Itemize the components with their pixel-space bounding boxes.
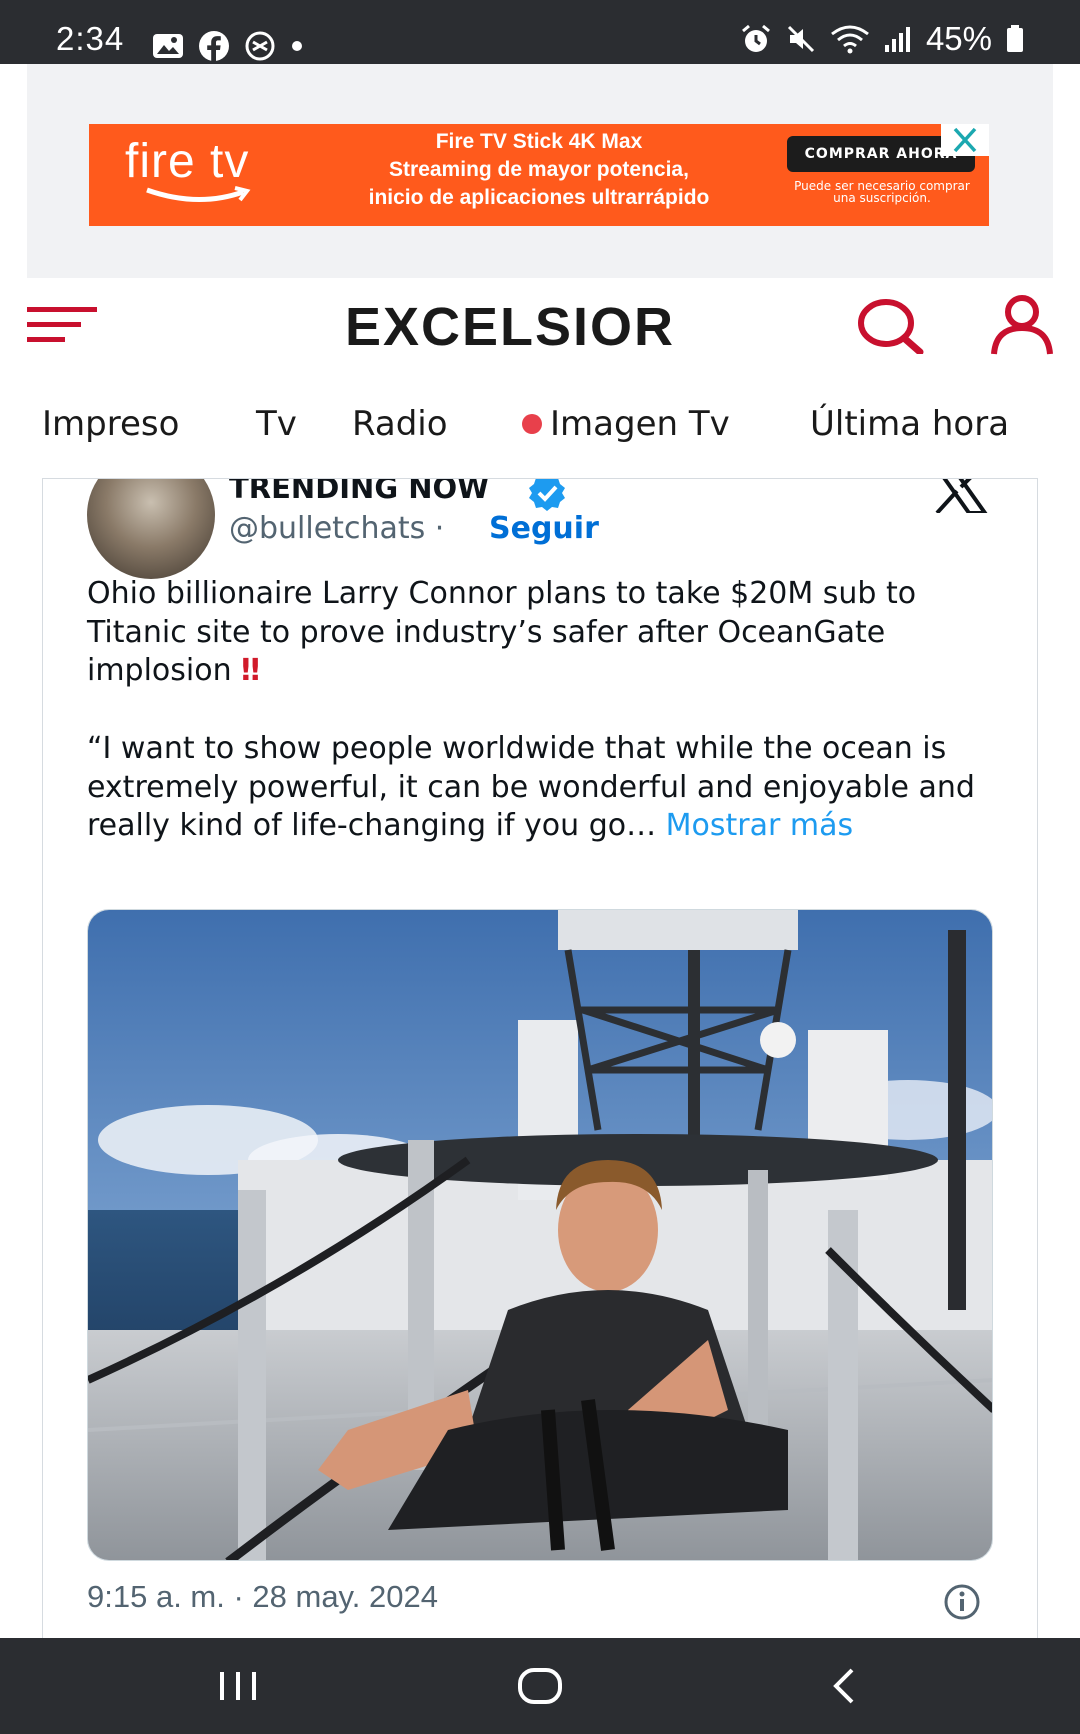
search-icon[interactable]: [856, 296, 926, 354]
more-notifications-icon: [292, 41, 302, 51]
system-icons: 45%: [740, 20, 1024, 58]
follow-button[interactable]: Seguir: [489, 511, 599, 546]
verified-badge-icon: [529, 479, 565, 511]
double-exclamation-emoji: ‼: [241, 653, 260, 689]
ad-brand-logo: fire tv: [125, 135, 250, 188]
signal-icon: [884, 27, 910, 52]
mute-icon: [787, 25, 814, 53]
home-icon[interactable]: [516, 1664, 564, 1708]
fire-tv-ad-banner[interactable]: fire tv Fire TV Stick 4K Max Streaming d…: [89, 124, 989, 226]
close-icon: [953, 127, 977, 153]
battery-icon: [1007, 25, 1023, 52]
site-logo[interactable]: EXCELSIOR: [345, 296, 675, 358]
ad-close-button[interactable]: [941, 124, 989, 156]
status-time: 2:34: [56, 20, 125, 57]
nav-item-imagen-tv[interactable]: Imagen Tv: [522, 404, 730, 444]
handle-separator: ·: [434, 511, 445, 546]
ad-smile-logo: [146, 186, 251, 202]
account-handle[interactable]: @bulletchats ·: [229, 511, 444, 546]
embedded-tweet[interactable]: TRENDING NOW @bulletchats · Seguir Ohio …: [42, 478, 1038, 1638]
back-icon[interactable]: [826, 1666, 862, 1706]
account-name[interactable]: TRENDING NOW: [229, 479, 489, 505]
nav-item-imagen-tv-label: Imagen Tv: [550, 404, 730, 444]
tweet-paragraph-1: Ohio billionaire Larry Connor plans to t…: [87, 576, 926, 689]
live-dot-icon: [522, 413, 542, 434]
ad-subline-1: Streaming de mayor potencia,: [389, 158, 689, 181]
nav-item-ultima-hora[interactable]: Última hora: [810, 404, 1009, 444]
recent-apps-icon[interactable]: [216, 1668, 260, 1704]
info-icon[interactable]: [943, 1583, 981, 1621]
gallery-icon: [153, 34, 183, 58]
ad-fine-print: Puede ser necesario comprar una suscripc…: [794, 179, 970, 205]
system-nav-bar: [0, 1638, 1080, 1734]
battery-percent: 45%: [925, 20, 992, 57]
ship-deck-photo: [88, 910, 992, 1560]
nav-item-radio[interactable]: Radio: [352, 404, 448, 444]
alarm-icon: [741, 24, 770, 52]
avatar[interactable]: [87, 479, 215, 579]
status-bar: 2:34 45%: [0, 0, 1080, 64]
nav-item-tv[interactable]: Tv: [256, 404, 297, 444]
menu-icon[interactable]: [27, 303, 97, 347]
account-handle-text: @bulletchats: [229, 511, 426, 546]
tweet-photo[interactable]: [87, 909, 993, 1561]
tweet-body: Ohio billionaire Larry Connor plans to t…: [87, 575, 987, 846]
section-nav: Impreso Tv Radio Imagen Tv Última hora: [0, 400, 1080, 450]
nav-item-impreso[interactable]: Impreso: [42, 404, 179, 444]
ad-headline: Fire TV Stick 4K Max: [435, 130, 643, 153]
show-more-link[interactable]: Mostrar más: [666, 808, 853, 843]
user-account-icon[interactable]: [990, 294, 1054, 356]
facebook-icon: [199, 31, 229, 62]
ad-subline-2: inicio de aplicaciones ultrarrápido: [368, 186, 710, 209]
tweet-timestamp[interactable]: 9:15 a. m. · 28 may. 2024: [87, 1579, 438, 1615]
x-logo-icon[interactable]: [931, 478, 989, 513]
app-notification-icon: [245, 31, 275, 61]
wifi-icon: [831, 25, 869, 54]
notification-icons: [152, 30, 304, 62]
ad-container: fire tv Fire TV Stick 4K Max Streaming d…: [27, 64, 1053, 278]
